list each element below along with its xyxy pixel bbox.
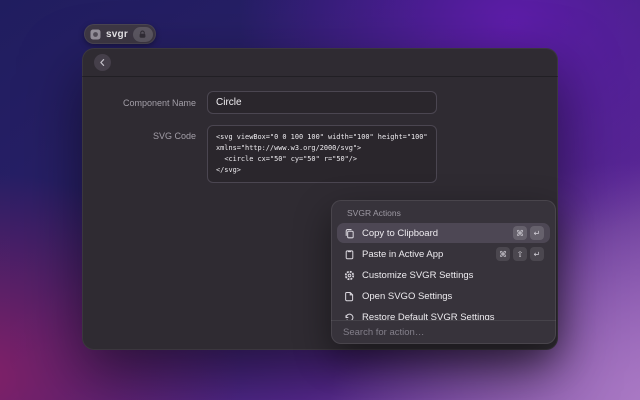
restore-icon: [343, 312, 355, 321]
lock-chip[interactable]: [133, 27, 153, 42]
actions-list: Copy to Clipboard ⌘ ↵ Paste in Active Ap…: [337, 223, 550, 320]
action-item-open-svgo-settings[interactable]: Open SVGO Settings: [337, 286, 550, 306]
window-header: [82, 48, 558, 77]
action-item-paste-in-active-app[interactable]: Paste in Active App ⌘ ⇧ ↵: [337, 244, 550, 264]
return-key: ↵: [530, 226, 544, 240]
component-name-input[interactable]: [207, 91, 437, 114]
clipboard-copy-icon: [343, 228, 355, 239]
action-item-label: Paste in Active App: [362, 249, 489, 260]
action-item-restore-default-svgr-settings[interactable]: Restore Default SVGR Settings: [337, 307, 550, 320]
actions-panel: SVGR Actions Copy to Clipboard ⌘ ↵ Paste…: [331, 200, 556, 344]
shift-key: ⇧: [513, 247, 527, 261]
svg-code-label: SVG Code: [82, 125, 207, 183]
return-key: ↵: [530, 247, 544, 261]
component-name-label: Component Name: [82, 98, 207, 108]
shortcut-keys: ⌘ ⇧ ↵: [496, 247, 544, 261]
form: Component Name SVG Code <svg viewBox="0 …: [82, 77, 558, 183]
action-item-label: Restore Default SVGR Settings: [362, 312, 544, 321]
cmd-key: ⌘: [496, 247, 510, 261]
svgr-extension-icon: [90, 29, 101, 40]
app-pill[interactable]: svgr: [84, 24, 156, 44]
svg-code-row: SVG Code <svg viewBox="0 0 100 100" widt…: [82, 125, 558, 183]
svg-code-textarea[interactable]: <svg viewBox="0 0 100 100" width="100" h…: [207, 125, 437, 183]
action-item-label: Open SVGO Settings: [362, 291, 544, 302]
action-item-copy-to-clipboard[interactable]: Copy to Clipboard ⌘ ↵: [337, 223, 550, 243]
chevron-left-icon: [98, 58, 107, 67]
cmd-key: ⌘: [513, 226, 527, 240]
clipboard-paste-icon: [343, 249, 355, 260]
action-search-input[interactable]: [341, 326, 546, 339]
action-item-label: Copy to Clipboard: [362, 228, 506, 239]
action-item-customize-svgr-settings[interactable]: Customize SVGR Settings: [337, 265, 550, 285]
actions-panel-title: SVGR Actions: [331, 200, 556, 223]
lock-icon: [138, 30, 147, 39]
desktop-background: svgr Component Name SVG Code <svg viewBo…: [0, 0, 640, 400]
actions-panel-footer: [331, 320, 556, 344]
back-button[interactable]: [94, 54, 111, 71]
gear-icon: [343, 270, 355, 281]
document-icon: [343, 291, 355, 302]
action-item-label: Customize SVGR Settings: [362, 270, 544, 281]
app-pill-label: svgr: [106, 29, 128, 40]
component-name-row: Component Name: [82, 91, 558, 114]
shortcut-keys: ⌘ ↵: [513, 226, 544, 240]
